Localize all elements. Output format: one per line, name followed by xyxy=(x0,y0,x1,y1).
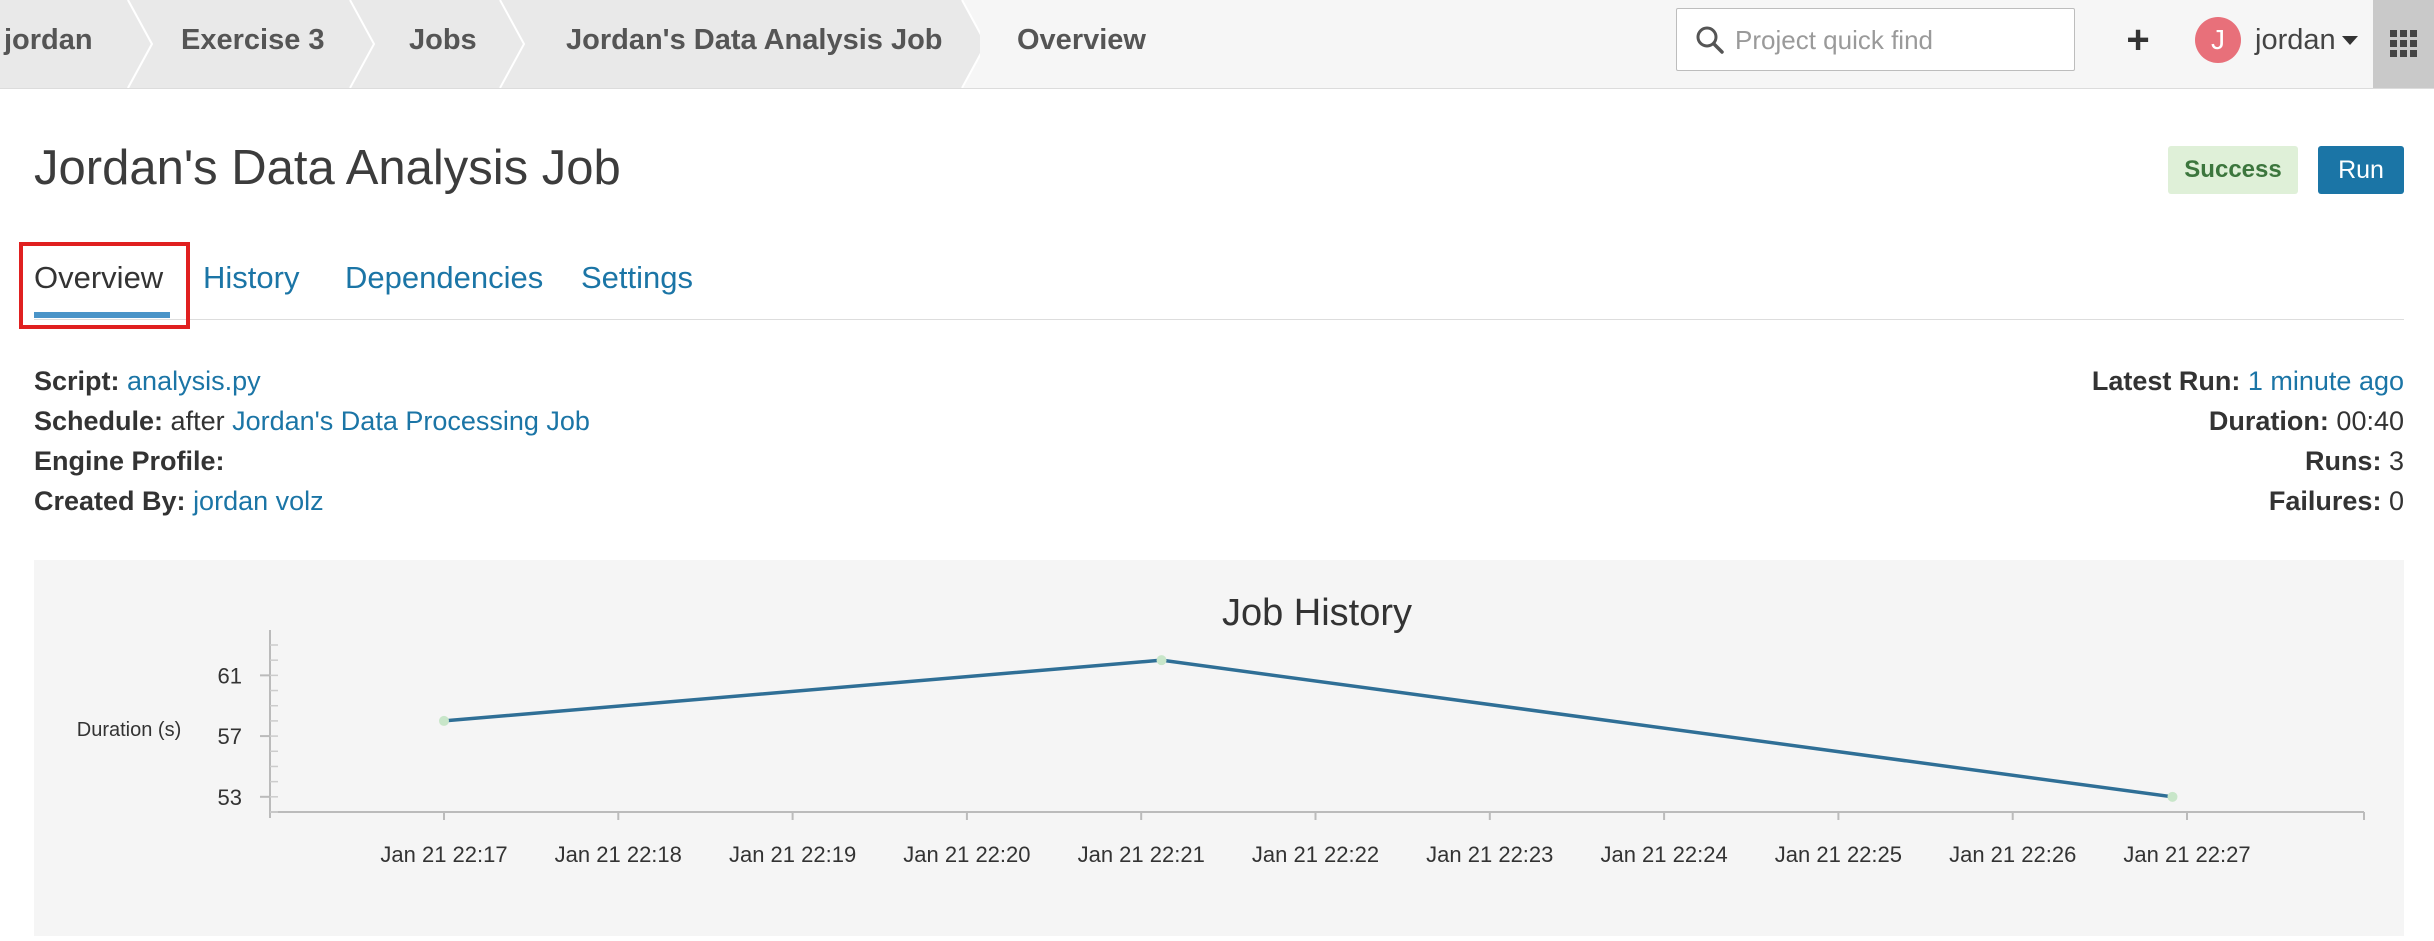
failures-label: Failures: xyxy=(2268,486,2382,516)
project-search[interactable] xyxy=(1676,8,2075,71)
detail-runs: Runs: 3 xyxy=(2305,446,2404,477)
y-tick-label: 53 xyxy=(218,785,242,810)
x-tick-label: Jan 21 22:21 xyxy=(1078,842,1205,867)
job-history-chart: Job History Duration (s) 53 57 61 Jan 21 22… xyxy=(77,592,2365,867)
breadcrumb-item-project[interactable]: Exercise 3 xyxy=(181,0,325,88)
schedule-dependency-link[interactable]: Jordan's Data Processing Job xyxy=(232,406,590,436)
breadcrumb-item-job[interactable]: Jordan's Data Analysis Job xyxy=(566,0,943,88)
avatar: J xyxy=(2195,17,2241,63)
grid-icon xyxy=(2390,30,2417,57)
x-tick-label: Jan 21 22:27 xyxy=(2123,842,2250,867)
data-point xyxy=(1156,655,1167,666)
job-tabs: Overview History Dependencies Settings xyxy=(34,250,2404,320)
series-line xyxy=(443,658,2173,799)
user-menu[interactable]: J jordan xyxy=(2195,14,2358,66)
detail-failures: Failures: 0 xyxy=(2269,486,2404,517)
duration-value: 00:40 xyxy=(2336,406,2404,436)
runs-value: 3 xyxy=(2388,446,2404,476)
y-axis-label: Duration (s) xyxy=(77,719,181,741)
data-point xyxy=(2167,791,2178,802)
search-icon xyxy=(1696,26,1724,54)
top-navigation-bar: jordan Exercise 3 Jobs Jordan's Data Ana… xyxy=(0,0,2434,89)
x-tick-label: Jan 21 22:25 xyxy=(1775,842,1902,867)
x-tick-label: Jan 21 22:20 xyxy=(903,842,1030,867)
chart-title: Job History xyxy=(1222,592,1412,634)
x-tick-label: Jan 21 22:24 xyxy=(1600,842,1727,867)
y-tick-label: 61 xyxy=(218,663,242,688)
tab-history[interactable]: History xyxy=(203,260,299,296)
engine-profile-label: Engine Profile: xyxy=(34,446,225,476)
runs-label: Runs: xyxy=(2304,446,2382,476)
latest-run-link[interactable]: 1 minute ago xyxy=(2248,366,2404,396)
created-by-label: Created By: xyxy=(34,486,186,516)
script-link[interactable]: analysis.py xyxy=(127,366,261,396)
search-input[interactable] xyxy=(1735,19,2055,61)
latest-run-label: Latest Run: xyxy=(2091,366,2241,396)
username: jordan xyxy=(2255,23,2336,56)
failures-value: 0 xyxy=(2388,486,2404,516)
chevron-down-icon xyxy=(2341,35,2358,45)
data-point xyxy=(439,715,449,726)
x-tick-label: Jan 21 22:17 xyxy=(380,842,507,867)
add-button[interactable]: + xyxy=(2118,12,2158,68)
x-tick-label: Jan 21 22:18 xyxy=(555,842,682,867)
schedule-prefix: after xyxy=(170,406,225,436)
breadcrumb-item-jobs[interactable]: Jobs xyxy=(409,0,477,88)
page-title: Jordan's Data Analysis Job xyxy=(34,141,621,195)
detail-latest-run: Latest Run: 1 minute ago xyxy=(2092,366,2404,397)
active-tab-indicator xyxy=(34,312,170,318)
status-badge: Success xyxy=(2168,146,2298,194)
detail-duration: Duration: 00:40 xyxy=(2209,406,2404,437)
run-button[interactable]: Run xyxy=(2318,146,2404,194)
script-label: Script: xyxy=(34,366,120,396)
schedule-label: Schedule: xyxy=(34,406,164,436)
detail-engine-profile: Engine Profile: xyxy=(34,446,225,477)
creator-link[interactable]: jordan volz xyxy=(193,486,324,516)
x-tick-label: Jan 21 22:23 xyxy=(1426,842,1553,867)
apps-menu-button[interactable] xyxy=(2373,0,2434,88)
tab-overview[interactable]: Overview xyxy=(34,260,163,296)
x-tick-label: Jan 21 22:22 xyxy=(1252,842,1379,867)
x-tick-label: Jan 21 22:19 xyxy=(729,842,856,867)
breadcrumb-item-user[interactable]: jordan xyxy=(4,0,93,88)
tab-settings[interactable]: Settings xyxy=(581,260,693,296)
tab-dependencies[interactable]: Dependencies xyxy=(345,260,543,296)
y-tick-label: 57 xyxy=(218,724,242,749)
detail-created-by: Created By: jordan volz xyxy=(34,486,324,517)
duration-label: Duration: xyxy=(2208,406,2329,436)
detail-script: Script: analysis.py xyxy=(34,366,261,397)
x-tick-label: Jan 21 22:26 xyxy=(1949,842,2076,867)
detail-schedule: Schedule: after Jordan's Data Processing… xyxy=(34,406,590,437)
breadcrumb-item-current: Overview xyxy=(1017,24,1146,56)
job-history-chart-panel: Job History Duration (s) 53 57 61 Jan 21 22… xyxy=(34,560,2404,936)
